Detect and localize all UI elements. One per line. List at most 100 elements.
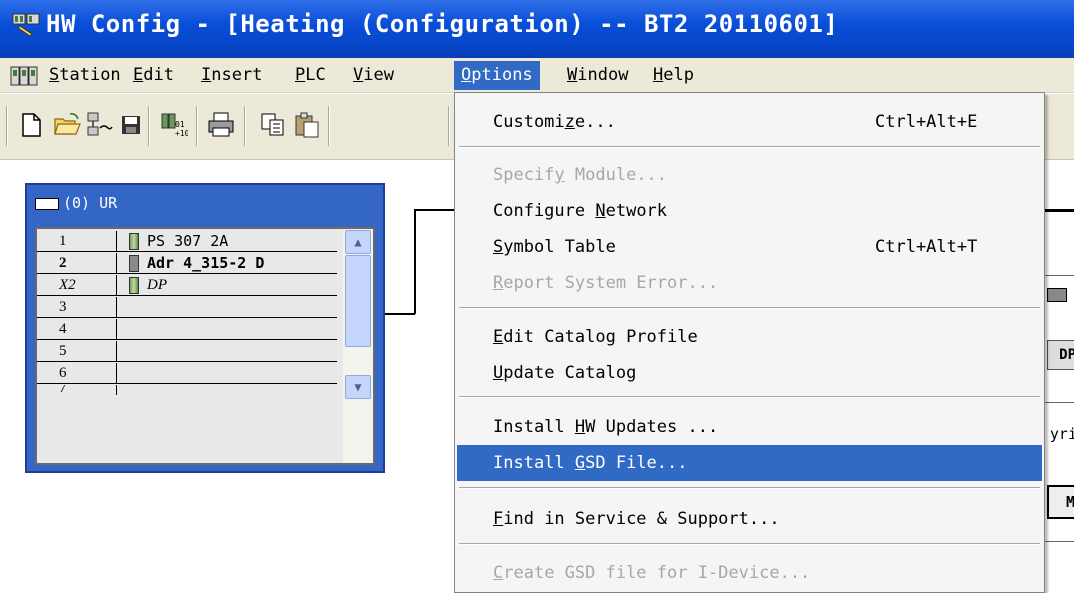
module-name: PS 307 2A	[147, 232, 229, 250]
scroll-thumb[interactable]	[345, 255, 371, 347]
menu-separator	[459, 543, 1040, 545]
menu-edit[interactable]: Edit	[126, 61, 181, 90]
menu-item-find-in-service-support[interactable]: Find in Service & Support...	[457, 501, 1042, 537]
menu-item-create-gsd-file: Create GSD file for I-Device...	[457, 555, 1042, 591]
menu-separator	[459, 396, 1040, 398]
menu-item-install-hw-updates[interactable]: Install HW Updates ...	[457, 409, 1042, 445]
slot-number: 1	[37, 231, 117, 252]
menu-help-mnemonic: H	[653, 65, 664, 85]
options-menu-dropdown: Customize... Ctrl+Alt+E Specify Module..…	[454, 92, 1045, 593]
rack-title[interactable]: (0) UR	[27, 185, 383, 221]
rack-scrollbar[interactable]: ▲ ▼	[343, 229, 373, 463]
menu-view-mnemonic: V	[353, 65, 364, 85]
rack-icon	[35, 198, 59, 210]
menu-view-label: iew	[363, 65, 394, 85]
label-part: dit Catalog Profile	[503, 327, 698, 347]
profibus-line	[1044, 209, 1074, 212]
toolbar-grip	[6, 106, 8, 146]
menu-bar: Station Edit Insert PLC View Options Win…	[0, 58, 1074, 93]
label-part: Install	[493, 453, 575, 473]
rack-row[interactable]: 3	[37, 297, 337, 318]
slave-module-frame[interactable]: DP	[1040, 275, 1074, 405]
menu-separator	[459, 487, 1040, 489]
compile-icon[interactable]: 01 +10	[158, 110, 188, 140]
menu-item-customize[interactable]: Customize... Ctrl+Alt+E	[457, 104, 1042, 140]
accessible-nodes-icon[interactable]	[84, 110, 114, 140]
hw-config-app-icon	[12, 13, 40, 37]
rack-row[interactable]: 4	[37, 319, 337, 340]
module-name: DP	[147, 277, 167, 293]
menu-item-update-catalog[interactable]: Update Catalog	[457, 355, 1042, 391]
dp-link-line	[414, 209, 416, 314]
menu-station[interactable]: Station	[42, 61, 128, 90]
menu-item-configure-network[interactable]: Configure Network	[457, 193, 1042, 229]
new-file-icon[interactable]	[16, 110, 46, 140]
module-cell	[121, 341, 337, 362]
slave-title-fragment: yri	[1049, 425, 1074, 443]
menu-item-edit-catalog-profile[interactable]: Edit Catalog Profile	[457, 319, 1042, 355]
menu-item-install-gsd-file[interactable]: Install GSD File...	[457, 445, 1042, 481]
label-part: Specif	[493, 165, 555, 185]
menu-help[interactable]: Help	[646, 61, 701, 90]
label-part: eport System Error...	[503, 273, 719, 293]
slot-number: 2	[37, 253, 117, 274]
menu-view[interactable]: View	[346, 61, 401, 90]
paste-icon[interactable]	[292, 110, 322, 140]
save-icon[interactable]	[116, 110, 146, 140]
label-part: Configure	[493, 201, 596, 221]
module-cell	[121, 319, 337, 340]
menu-insert[interactable]: Insert	[194, 61, 269, 90]
module-cell	[121, 297, 337, 318]
module-name: Adr 4_315-2 D	[147, 254, 265, 272]
label-part: Customi	[493, 112, 565, 132]
menu-options-label: ptions	[471, 65, 533, 85]
label-part: Install	[493, 417, 575, 437]
slave-module-frame[interactable]: yri M	[1040, 402, 1074, 542]
menu-insert-mnemonic: I	[201, 65, 212, 85]
menu-item-symbol-table[interactable]: Symbol Table Ctrl+Alt+T	[457, 229, 1042, 265]
rack-row[interactable]: 6	[37, 363, 337, 384]
menu-insert-label: nsert	[211, 65, 263, 85]
open-folder-icon[interactable]	[52, 110, 82, 140]
module-icon	[129, 233, 139, 250]
rack-row[interactable]: 7	[37, 385, 337, 395]
mnemonic: R	[493, 273, 504, 293]
menu-station-mnemonic: S	[49, 65, 60, 85]
menu-item-specify-module: Specify Module...	[457, 157, 1042, 193]
menu-separator	[459, 307, 1040, 309]
slave-module-label: M	[1047, 485, 1074, 519]
copy-icon[interactable]	[258, 110, 288, 140]
menu-help-label: elp	[663, 65, 694, 85]
window-title: HW Config - [Heating (Configuration) -- …	[46, 10, 839, 38]
mnemonic: F	[493, 509, 504, 529]
menu-options[interactable]: Options	[454, 61, 540, 90]
label-part: W Updates ...	[585, 417, 719, 437]
rack-row[interactable]: 5	[37, 341, 337, 362]
toolbar-separator	[328, 106, 330, 146]
label-part: ymbol Table	[503, 237, 616, 257]
mnemonic: S	[493, 237, 504, 257]
rack-row[interactable]: 2 Adr 4_315-2 D	[37, 253, 337, 274]
label-part: etwork	[605, 201, 668, 221]
rack-row[interactable]: 1 PS 307 2A	[37, 231, 337, 252]
shortcut-label: Ctrl+Alt+E	[875, 112, 978, 132]
rack-window[interactable]: (0) UR 1 PS 307 2A 2 Adr 4_315-2 D X2 DP…	[25, 183, 385, 473]
mnemonic: N	[595, 201, 606, 221]
scroll-up-button[interactable]: ▲	[345, 230, 371, 254]
menu-item-report-system-error: Report System Error...	[457, 265, 1042, 301]
menu-edit-label: dit	[143, 65, 174, 85]
label-part: SD File...	[585, 453, 688, 473]
mnemonic: C	[493, 563, 504, 583]
print-icon[interactable]	[206, 110, 236, 140]
menu-plc-mnemonic: P	[295, 65, 306, 85]
menu-plc[interactable]: PLC	[288, 61, 333, 90]
station-system-icon[interactable]	[10, 66, 38, 86]
mnemonic: y	[554, 165, 565, 185]
label-part: e...	[574, 112, 616, 132]
title-bar[interactable]: HW Config - [Heating (Configuration) -- …	[0, 0, 1074, 58]
rack-row[interactable]: X2 DP	[37, 275, 337, 296]
menu-window[interactable]: Window	[560, 61, 635, 90]
scroll-down-button[interactable]: ▼	[345, 375, 371, 399]
label-part: pdate Catalog	[503, 363, 637, 383]
dp-link-line	[414, 209, 456, 211]
